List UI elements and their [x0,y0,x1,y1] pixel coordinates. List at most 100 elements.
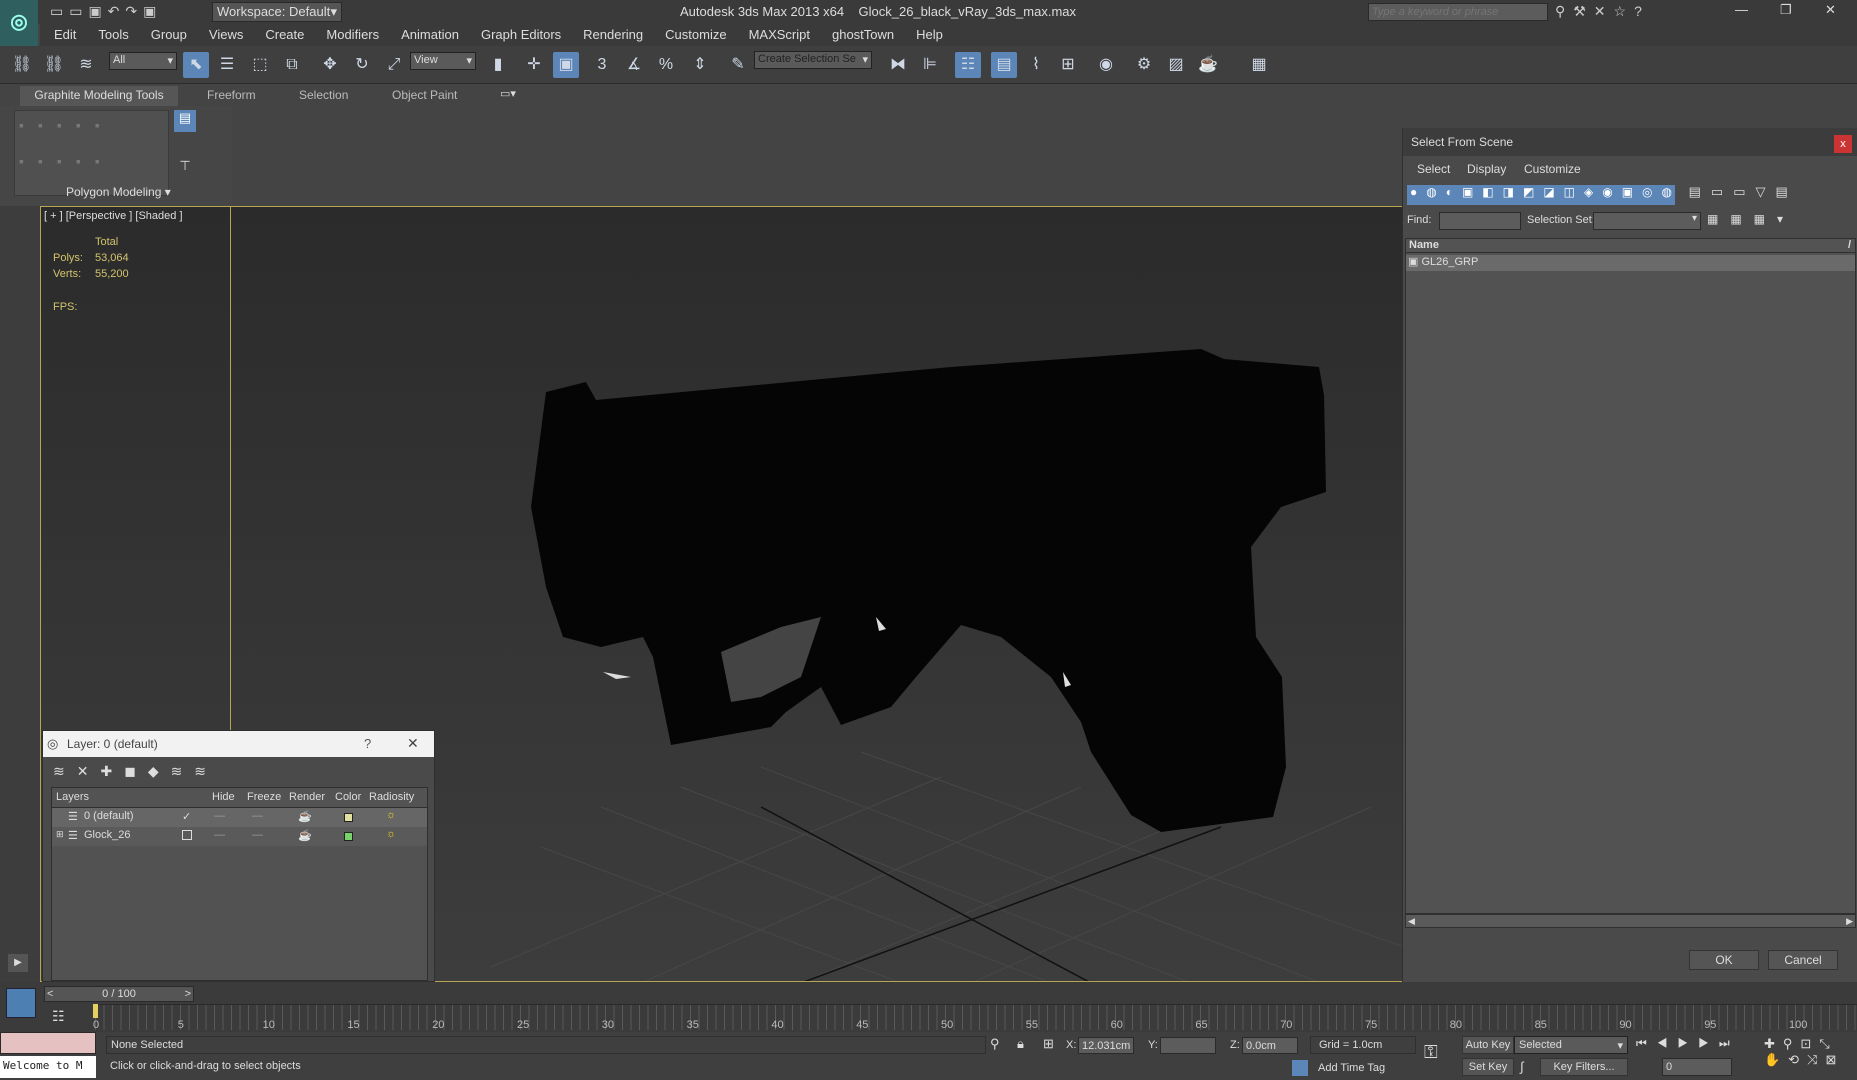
expand-arrow-icon[interactable]: ▶ [8,954,28,972]
close-button[interactable]: ✕ [1825,2,1836,18]
menu-item-customize[interactable]: Customize [665,27,726,42]
selection-set-dropdown[interactable]: ▾ [1593,212,1701,230]
info-center-icons[interactable]: ⚲⚒✕☆? [1555,3,1650,20]
dialog-close-button[interactable]: x [1834,135,1852,153]
workspace-dropdown[interactable]: Workspace: Default ▾ [212,2,342,22]
expand-icon[interactable]: ⊞ [56,829,64,840]
list-item[interactable]: ▣ GL26_GRP [1406,255,1855,271]
select-object-icon[interactable]: ⬉ [183,52,209,78]
find-input[interactable] [1439,212,1521,230]
horizontal-scrollbar[interactable]: ◀ ▶ [1405,914,1856,928]
align-icon[interactable]: ⊫ [917,52,943,78]
rotate-icon[interactable]: ↻ [349,52,375,78]
menu-item-modifiers[interactable]: Modifiers [326,27,379,42]
add-time-tag-icon[interactable] [1292,1060,1308,1076]
layer-color-swatch[interactable] [344,832,353,841]
ok-button[interactable]: OK [1689,950,1759,970]
x-coordinate-field[interactable] [1078,1037,1134,1054]
render-setup-icon[interactable]: ⚙ [1131,52,1157,78]
render-teapot-icon[interactable]: ☕ [298,829,312,842]
isolate-icon[interactable]: ⚲ [990,1036,1000,1052]
selection-filter-dropdown[interactable]: All ▾ [109,52,177,70]
unlink-icon[interactable]: ⛓ [41,52,67,78]
tab-object-paint[interactable]: Object Paint [392,88,457,102]
window-crossing-icon[interactable]: ⧉ [279,52,305,78]
key-filters-button[interactable]: Key Filters... [1540,1058,1628,1076]
checker-icon[interactable]: ▦ [1246,52,1272,78]
rendered-frame-icon[interactable]: ▨ [1163,52,1189,78]
rectangle-selection-icon[interactable]: ⬚ [247,52,273,78]
schematic-view-icon[interactable]: ⊞ [1055,52,1081,78]
bind-spacewarp-icon[interactable]: ≋ [73,52,99,78]
table-row[interactable]: ☰ 0 (default) ✓ — — ☕ ☼ [52,808,427,827]
app-logo[interactable]: ◎ [0,0,38,46]
tab-freeform[interactable]: Freeform [207,88,256,102]
set-key-button[interactable]: Set Key [1462,1058,1514,1076]
angle-snap-icon[interactable]: ∡ [621,52,647,78]
select-manipulate-icon[interactable]: ✛ [521,52,547,78]
tab-selection[interactable]: Selection [299,88,348,102]
current-layer-check-icon[interactable]: ✓ [182,810,191,823]
radiosity-icon[interactable]: ☼ [386,828,396,840]
minimize-button[interactable]: — [1735,2,1748,17]
table-row[interactable]: ⊞ ☰ Glock_26 — — ☕ ☼ [52,827,427,846]
current-layer-checkbox[interactable] [182,830,192,840]
hide-column-header[interactable]: Hide [212,791,235,803]
freeze-toggle[interactable]: — [252,810,263,822]
mirror-icon[interactable]: ⧓ [885,52,911,78]
menu-item-group[interactable]: Group [151,27,187,42]
ribbon-tool-grid[interactable]: ▪▪▪▪▪ ▪▪▪▪▪ [14,110,169,196]
render-teapot-icon[interactable]: ☕ [298,810,312,823]
tab-graphite-modeling-tools[interactable]: Graphite Modeling Tools [20,86,178,106]
keyboard-shortcut-override-icon[interactable]: ▣ [553,52,579,78]
menu-customize[interactable]: Customize [1524,162,1581,176]
current-frame-field[interactable] [1662,1058,1732,1076]
auto-key-button[interactable]: Auto Key [1462,1036,1514,1054]
quick-access-icons[interactable]: ▭▭▣↶↷▣ [50,3,162,20]
viewport-navigation-icons[interactable]: ✚⚲⊡⤡ ✋⟲⤨⊠ [1764,1036,1844,1068]
graphite-toggle-icon[interactable]: ▤ [991,52,1017,78]
snaps-toggle-icon[interactable]: 3 [589,52,615,78]
maximize-button[interactable]: ❐ [1780,2,1792,18]
menu-item-graph-editors[interactable]: Graph Editors [481,27,561,42]
menu-item-animation[interactable]: Animation [401,27,459,42]
pin-stack-icon[interactable]: ⊤ [174,158,196,180]
render-production-icon[interactable]: ☕ [1195,52,1221,78]
layer-toolbar-icons[interactable]: ≋✕✚◼◆≋≋ [53,763,218,780]
track-bar[interactable]: 0 5 10 15 20 25 30 35 40 45 50 55 60 65 70 75 80 85 90 95 10… [93,1004,1857,1031]
layers-column-header[interactable]: Layers [56,791,89,803]
set-tool-icons[interactable]: ▦▦▦▾ [1707,212,1795,226]
freeze-column-header[interactable]: Freeze [247,791,281,803]
scale-icon[interactable]: ⤢ [381,52,407,78]
layer-close-button[interactable]: ✕ [407,735,419,752]
curve-editor-icon[interactable]: ⌇ [1023,52,1049,78]
percent-snap-icon[interactable]: % [653,52,679,78]
layer-help-button[interactable]: ? [364,736,371,751]
y-coordinate-field[interactable] [1160,1037,1216,1054]
viewport-layout-icon[interactable] [6,988,36,1018]
spinner-snap-icon[interactable]: ⇕ [687,52,713,78]
menu-display[interactable]: Display [1467,162,1506,176]
modify-mode-icon[interactable]: ▤ [174,110,196,132]
default-in-out-tangent-icon[interactable]: ∫ [1520,1059,1524,1074]
time-slider[interactable]: <0 / 100 > [44,986,194,1002]
hide-toggle[interactable]: — [214,810,225,822]
material-editor-icon[interactable]: ◉ [1093,52,1119,78]
help-search-input[interactable] [1368,3,1548,21]
maxscript-listener[interactable] [0,1032,96,1054]
name-column-header[interactable]: Name / [1406,239,1855,253]
key-icon[interactable]: ⚿ [1424,1042,1438,1063]
glock-model[interactable] [531,349,1326,832]
filter-toolbar-icons[interactable]: ●◍◐▣◧◨◩◪◫◈◉▣◎◍ ▤▭▭▽▤ [1407,184,1853,206]
menu-item-edit[interactable]: Edit [54,27,76,42]
cancel-button[interactable]: Cancel [1768,950,1838,970]
menu-select[interactable]: Select [1417,162,1450,176]
move-icon[interactable]: ✥ [317,52,343,78]
menu-item-create[interactable]: Create [265,27,304,42]
polygon-modeling-dropdown[interactable]: Polygon Modeling ▾ [66,185,171,199]
absolute-mode-icon[interactable]: ⊞ [1043,1036,1054,1052]
menu-item-ghosttown[interactable]: ghostTown [832,27,894,42]
pivot-center-icon[interactable]: ▮ [485,52,511,78]
radiosity-column-header[interactable]: Radiosity [369,791,414,803]
time-marker[interactable] [93,1004,98,1018]
